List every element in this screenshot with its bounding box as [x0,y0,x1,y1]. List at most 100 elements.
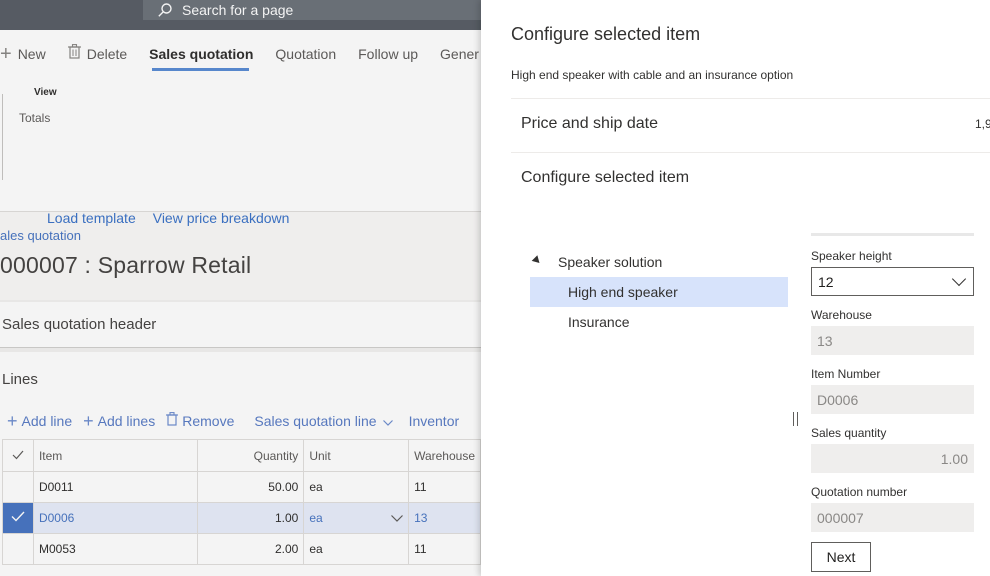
remove-button[interactable]: Remove [166,412,234,430]
table-row[interactable]: D0011 50.00 ea 11 [2,471,481,503]
new-button[interactable]: + New [0,30,57,78]
chevron-down-icon [391,514,404,522]
cell-unit: ea [309,511,323,525]
attributes-divider [811,233,974,236]
field-speaker-height: Speaker height 12 [811,249,974,296]
column-header-unit[interactable]: Unit [303,439,410,472]
cell-unit[interactable]: ea [303,533,410,565]
column-header-quantity[interactable]: Quantity [196,439,305,472]
table-row[interactable]: D0006 1.00 ea 13 [2,502,481,534]
trash-icon [67,44,81,64]
cell-item[interactable]: D0006 [32,502,198,534]
new-label: New [17,46,46,62]
cell-item[interactable]: M0053 [32,533,198,565]
tree-node-insurance[interactable]: Insurance [530,307,788,337]
field-quotation-number: Quotation number 000007 [811,485,974,532]
column-header-item[interactable]: Item [32,439,198,472]
sales-quotation-line-menu[interactable]: Sales quotation line [254,413,393,429]
inventory-label: Inventor [408,413,460,429]
view-price-breakdown-link[interactable]: View price breakdown [153,210,290,226]
active-tab-indicator [152,68,249,71]
load-template-link[interactable]: Load template [47,210,136,226]
page-title: 000007 : Sparrow Retail [0,252,252,278]
section-title-configure: Configure selected item [521,169,690,186]
section-price-and-ship-date[interactable]: Price and ship date 1,9 [511,98,990,150]
chevron-down-icon [382,413,393,429]
fasttab-sales-quotation-header[interactable]: Sales quotation header [0,302,481,348]
price-value: 1,9 [975,117,990,131]
quotation-number-label: Quotation number [811,485,908,499]
plus-icon: + [0,42,12,65]
field-item-number: Item Number D0006 [811,367,974,414]
section-title-price: Price and ship date [521,115,658,132]
cell-warehouse[interactable]: 11 [408,471,481,503]
trash-icon [166,412,179,430]
speaker-height-select[interactable]: 12 [811,267,974,296]
sales-quantity-value: 1.00 [811,444,974,473]
item-number-label: Item Number [811,367,881,381]
plus-icon: + [7,410,18,431]
table-row[interactable]: M0053 2.00 ea 11 [2,533,481,565]
quotation-number-value: 000007 [811,503,974,532]
cell-item[interactable]: D0011 [32,471,198,503]
next-button[interactable]: Next [811,542,871,572]
ribbon-item-totals[interactable]: Totals [19,111,50,125]
tree-node-label: Speaker solution [558,254,663,270]
field-sales-quantity: Sales quantity 1.00 [811,426,974,473]
delete-button[interactable]: Delete [57,30,138,78]
ribbon-divider [2,94,3,180]
cell-quantity[interactable]: 1.00 [196,502,305,534]
tab-follow-up[interactable]: Follow up [347,30,429,78]
add-lines-icon: + [83,410,94,431]
component-tree: Speaker solution High end speaker Insura… [530,247,788,337]
ribbon-group-title-view: View [34,87,57,98]
row-checkbox-checked[interactable] [2,502,34,534]
add-lines-label: Add lines [97,413,156,429]
add-line-button[interactable]: + Add line [7,411,72,432]
grid-header-row: Item Quantity Unit Warehouse [2,439,481,472]
search-placeholder: Search for a page [182,2,294,18]
cell-warehouse[interactable]: 11 [408,533,481,565]
sales-quotation-line-label: Sales quotation line [254,413,377,429]
panel-description: High end speaker with cable and an insur… [511,68,794,82]
checkmark-icon [11,511,25,522]
cell-quantity[interactable]: 50.00 [196,471,305,503]
cell-unit-dropdown[interactable]: ea [303,502,410,534]
lines-toolbar: + Add line + Add lines Remove Sales quot… [0,408,481,434]
panel-title: Configure selected item [511,24,701,44]
collapse-triangle-icon[interactable] [531,255,543,266]
tree-node-high-end-speaker[interactable]: High end speaker [530,277,788,307]
add-line-label: Add line [21,413,73,429]
lines-grid: Item Quantity Unit Warehouse D0011 50.00… [2,439,481,565]
breadcrumb[interactable]: ales quotation [0,228,81,243]
search-box[interactable]: Search for a page [143,0,483,20]
warehouse-value: 13 [811,326,974,355]
select-all-checkbox[interactable] [2,439,34,472]
sales-quantity-label: Sales quantity [811,426,887,440]
tree-node-label: Insurance [568,314,630,330]
tree-node-root[interactable]: Speaker solution [530,247,788,277]
column-header-warehouse[interactable]: Warehouse [408,439,481,472]
delete-label: Delete [86,46,128,62]
top-navigation-bar: Search for a page [0,0,483,30]
row-checkbox[interactable] [2,533,34,565]
cell-unit[interactable]: ea [303,471,410,503]
chevron-down-icon [951,271,967,286]
fasttab-lines: Lines + Add line + Add lines Remove Sale… [0,352,481,576]
row-checkbox[interactable] [2,471,34,503]
pane-splitter-handle[interactable] [793,412,798,426]
panel-links: Load template View price breakdown [47,210,306,226]
add-lines-button[interactable]: + Add lines [83,411,155,432]
fasttab-lines-title[interactable]: Lines [2,371,38,388]
fasttab-header-title: Sales quotation header [2,316,157,333]
cell-quantity[interactable]: 2.00 [196,533,305,565]
ribbon-panel: View Totals [0,78,481,212]
inventory-menu[interactable]: Inventor [409,413,460,429]
remove-label: Remove [182,413,235,429]
search-icon [157,2,173,18]
warehouse-label: Warehouse [811,308,872,322]
tab-quotation[interactable]: Quotation [264,30,347,78]
cell-warehouse[interactable]: 13 [408,502,481,534]
field-warehouse: Warehouse 13 [811,308,974,355]
item-number-value: D0006 [811,385,974,414]
